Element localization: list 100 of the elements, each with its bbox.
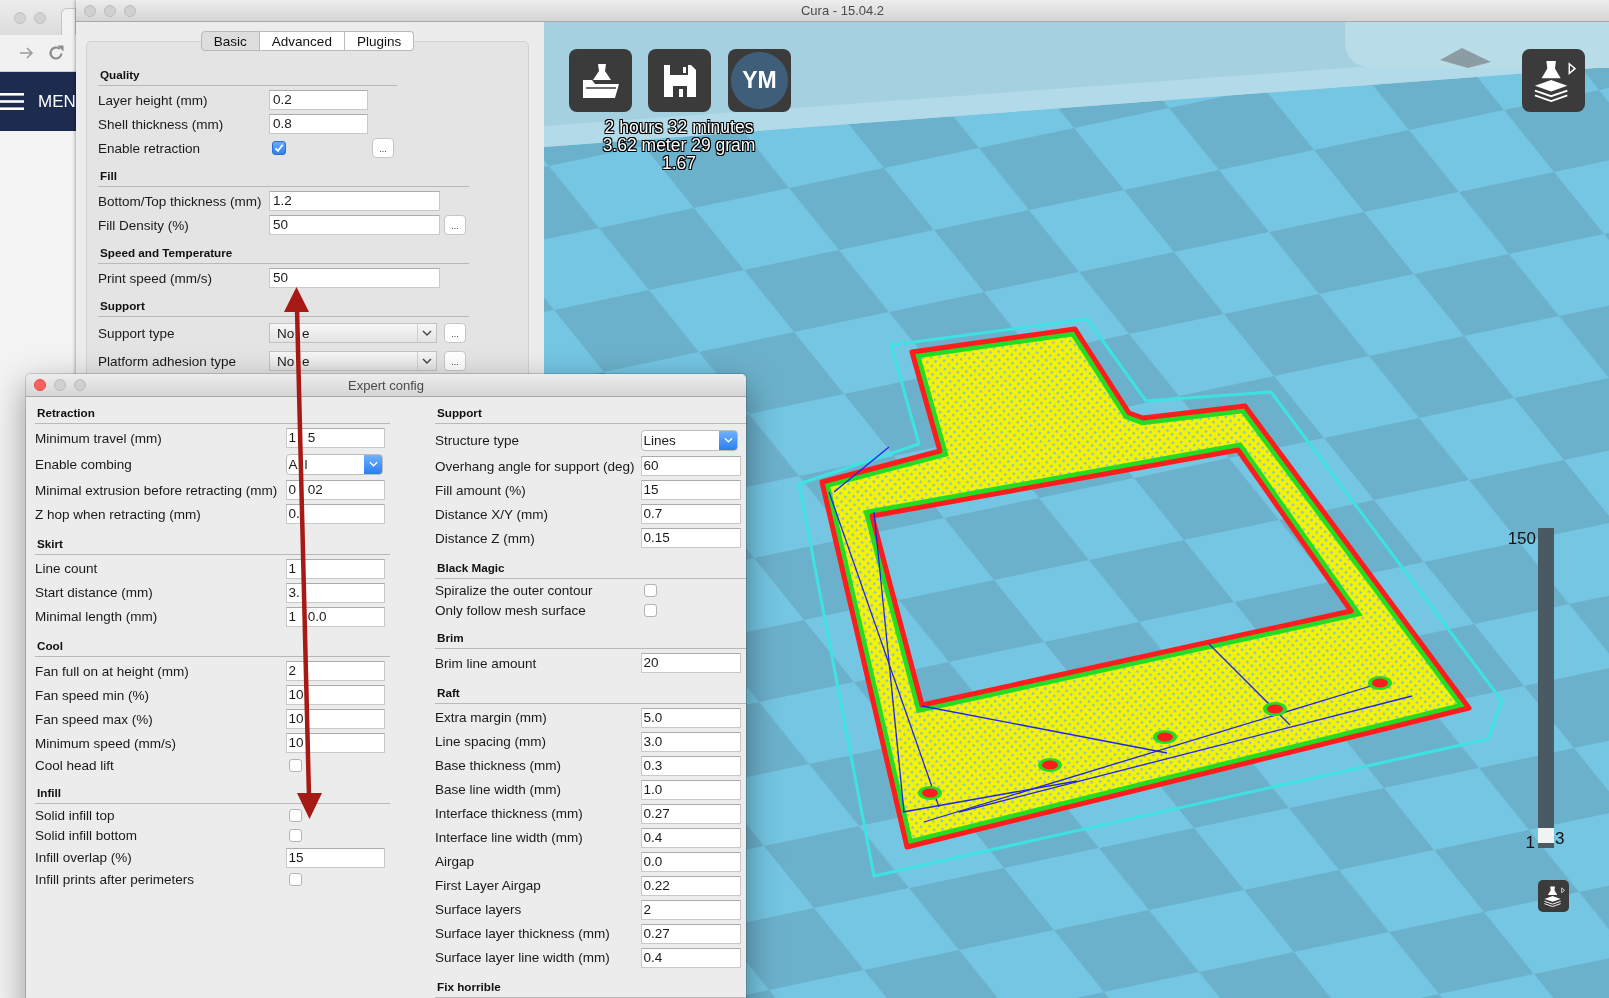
close-button[interactable]	[34, 379, 46, 391]
checkbox[interactable]	[288, 829, 302, 842]
section-heading: Quality	[98, 65, 397, 86]
more-options-button[interactable]: ...	[444, 323, 466, 343]
text-input[interactable]: 10	[286, 733, 385, 753]
text-input[interactable]: 0.27	[641, 803, 741, 824]
setting-label: Extra margin (mm)	[435, 710, 548, 725]
print-info-text: 3.62 meter 29 gram	[601, 136, 757, 154]
setting-label: Solid infill bottom	[35, 828, 139, 843]
text-input[interactable]: 0.4	[641, 947, 741, 968]
checkbox[interactable]	[643, 584, 657, 597]
text-input[interactable]: 0.8	[269, 114, 368, 134]
save-button[interactable]	[648, 49, 711, 112]
text-input[interactable]: 2	[286, 661, 385, 681]
text-input[interactable]: 1	[286, 558, 385, 579]
text-input[interactable]: 0.22	[641, 875, 741, 896]
setting-label: Infill prints after perimeters	[35, 872, 196, 887]
checkbox[interactable]	[288, 809, 302, 822]
more-options-button[interactable]: ...	[444, 351, 466, 371]
setting-label: Minimum travel (mm)	[35, 430, 163, 446]
minimize-button[interactable]	[104, 4, 116, 17]
text-input[interactable]: 60	[641, 456, 741, 476]
checkbox[interactable]	[288, 873, 302, 886]
text-input[interactable]: 3.	[286, 582, 385, 603]
dropdown[interactable]: No e	[269, 323, 437, 343]
chevron-down-icon	[723, 437, 733, 443]
text-input[interactable]: 10	[286, 709, 385, 729]
setting-label: Platform adhesion type	[98, 353, 238, 369]
close-button[interactable]	[84, 4, 96, 17]
setting-label: Distance X/Y (mm)	[435, 506, 550, 522]
minimize-button[interactable]	[54, 379, 66, 391]
checkbox[interactable]	[643, 604, 657, 617]
setting-label: Fan speed min (%)	[35, 687, 151, 703]
text-input[interactable]: 20	[641, 653, 741, 673]
zoom-button[interactable]	[124, 4, 136, 17]
text-input[interactable]: 1.0	[641, 779, 741, 800]
print-info-text: 1.67	[660, 154, 698, 172]
layer-max-label: 150	[1507, 529, 1536, 548]
text-input[interactable]: 1 5	[286, 428, 385, 448]
setting-label: Minimal length (mm)	[35, 609, 159, 624]
checkbox[interactable]	[272, 141, 286, 155]
load-button[interactable]	[569, 49, 632, 112]
text-input[interactable]: 0.3	[641, 755, 741, 776]
section-heading: Fix horrible	[435, 977, 746, 998]
browser-tab[interactable]	[61, 8, 76, 35]
checkmark-icon	[274, 143, 284, 153]
menu-icon[interactable]	[0, 93, 24, 110]
dropdown[interactable]: A l	[286, 453, 383, 475]
setting-label: Layer height (mm)	[98, 92, 209, 108]
settings-tab[interactable]: Basic	[200, 31, 260, 51]
layer-min-label: 1	[1525, 833, 1535, 852]
menu-link[interactable]: MEN	[38, 91, 76, 112]
dropdown[interactable]: No e	[269, 351, 437, 371]
text-input[interactable]: 5.0	[641, 707, 741, 728]
section-heading: Brim	[435, 628, 746, 649]
setting-label: Print speed (mm/s)	[98, 270, 214, 286]
text-input[interactable]: 0.15	[641, 528, 741, 548]
section-heading: Fill	[98, 166, 469, 187]
text-input[interactable]: 0.7	[641, 504, 741, 524]
zoom-button[interactable]	[74, 379, 86, 391]
setting-label: Surface layers	[435, 902, 523, 917]
text-input[interactable]: 1 0.0	[286, 606, 385, 627]
more-options-button[interactable]: ...	[444, 215, 466, 235]
section-heading: Black Magic	[435, 557, 746, 579]
text-input[interactable]: 0.4	[641, 827, 741, 848]
ym-button[interactable]: YM	[728, 49, 791, 112]
text-input[interactable]: 15	[286, 847, 385, 868]
text-input[interactable]: 50	[269, 215, 440, 235]
setting-label: Spiralize the outer contour	[435, 583, 594, 598]
setting-label: Enable retraction	[98, 140, 202, 156]
view-mode-button[interactable]	[1538, 880, 1569, 912]
checkbox[interactable]	[288, 758, 302, 772]
layer-slider[interactable]	[1538, 528, 1554, 848]
text-input[interactable]: 0 02	[286, 480, 385, 500]
settings-tab[interactable]: Advanced	[259, 31, 345, 51]
chevron-down-icon	[368, 461, 378, 467]
setting-label: First Layer Airgap	[435, 878, 542, 893]
section-heading: Cool	[35, 636, 390, 657]
minimize-button[interactable]	[14, 11, 26, 24]
text-input[interactable]: 2	[641, 899, 741, 920]
dropdown[interactable]: Lines	[641, 429, 738, 451]
more-options-button[interactable]: ...	[372, 138, 394, 158]
text-input[interactable]: 15	[641, 480, 741, 500]
text-input[interactable]: 10	[286, 685, 385, 705]
section-heading: Skirt	[35, 533, 390, 555]
nozzle-layers-icon	[1542, 885, 1565, 907]
text-input[interactable]: 3.0	[641, 731, 741, 752]
text-input[interactable]: 50	[269, 268, 440, 288]
forward-arrow-icon[interactable]	[20, 47, 34, 59]
text-input[interactable]: 0.27	[641, 923, 741, 944]
text-input[interactable]: 0.0	[641, 851, 741, 872]
text-input[interactable]: 0.2	[269, 90, 368, 110]
reload-icon[interactable]	[48, 45, 64, 61]
text-input[interactable]: 0.	[286, 504, 385, 524]
setting-label: Interface thickness (mm)	[435, 806, 584, 821]
zoom-button[interactable]	[34, 11, 46, 24]
settings-tab[interactable]: Plugins	[344, 31, 415, 51]
text-input[interactable]: 1.2	[269, 191, 440, 211]
layer-slider-handle[interactable]	[1538, 828, 1554, 843]
view-mode-button[interactable]	[1522, 49, 1585, 112]
